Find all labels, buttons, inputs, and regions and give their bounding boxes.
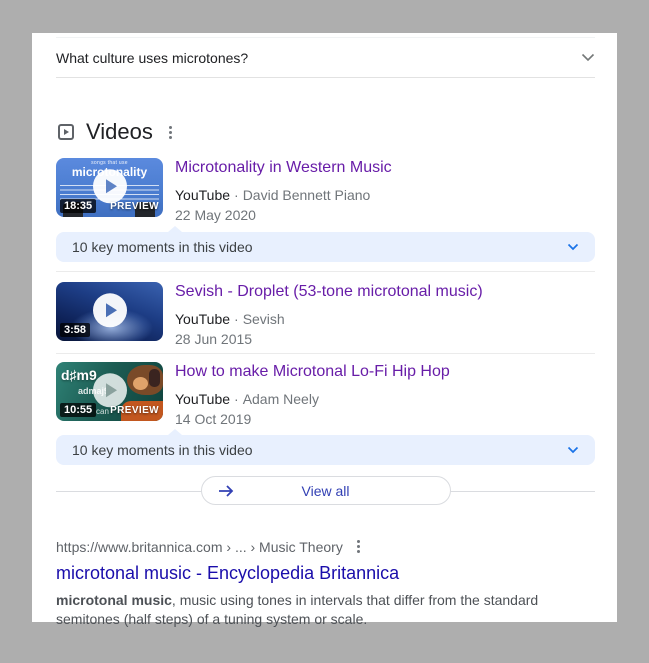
video-source: YouTube·Adam Neely — [175, 391, 450, 407]
paa-question-text: What culture uses microtones? — [56, 50, 248, 66]
preview-label: PREVIEW — [110, 201, 159, 212]
result-title-link[interactable]: microtonal music - Encyclopedia Britanni… — [56, 563, 595, 584]
videos-section-title: Videos — [86, 119, 153, 145]
video-thumbnail[interactable]: songs that use microtonality 18:35 PREVI… — [56, 158, 163, 217]
video-duration-badge: 18:35 — [60, 199, 96, 213]
key-moments-pointer — [168, 226, 182, 232]
result-snippet: microtonal music, music using tones in i… — [56, 591, 580, 629]
organic-result: https://www.britannica.com › ... › Music… — [56, 538, 595, 629]
play-icon — [93, 373, 127, 407]
breadcrumb-row: https://www.britannica.com › ... › Music… — [56, 538, 595, 555]
video-date: 14 Oct 2019 — [175, 411, 450, 427]
divider — [56, 271, 595, 272]
video-title-link[interactable]: Sevish - Droplet (53-tone microtonal mus… — [175, 282, 483, 301]
videos-section-header: Videos — [58, 119, 174, 145]
video-result: songs that use microtonality 18:35 PREVI… — [56, 158, 595, 223]
video-channel: Adam Neely — [243, 391, 319, 407]
video-info: How to make Microtonal Lo-Fi Hip Hop You… — [175, 362, 450, 427]
video-channel: Sevish — [243, 311, 285, 327]
chevron-down-icon[interactable] — [581, 53, 595, 62]
video-duration-badge: 10:55 — [60, 403, 96, 417]
video-info: Sevish - Droplet (53-tone microtonal mus… — [175, 282, 483, 347]
more-options-icon[interactable] — [355, 538, 362, 555]
video-result: 3:58 Sevish - Droplet (53-tone microtona… — [56, 282, 595, 347]
video-result: d♯m9 admaj9 10:55 can PREVIEW How to mak… — [56, 362, 595, 427]
key-moments-bar[interactable]: 10 key moments in this video — [56, 435, 595, 465]
video-thumbnail[interactable]: 3:58 — [56, 282, 163, 341]
video-source: YouTube·Sevish — [175, 311, 483, 327]
video-thumbnail[interactable]: d♯m9 admaj9 10:55 can PREVIEW — [56, 362, 163, 421]
key-moments-pointer — [168, 429, 182, 435]
key-moments-label: 10 key moments in this video — [72, 239, 253, 255]
video-channel: David Bennett Piano — [243, 187, 371, 203]
headphones-graphic — [149, 369, 160, 387]
breadcrumb: https://www.britannica.com › ... › Music… — [56, 539, 343, 555]
thumbnail-caption-3: can — [96, 407, 109, 416]
divider — [56, 353, 595, 354]
video-icon — [58, 124, 74, 140]
more-options-icon[interactable] — [167, 124, 174, 141]
chevron-down-icon[interactable] — [567, 243, 579, 251]
chevron-down-icon[interactable] — [567, 446, 579, 454]
key-moments-label: 10 key moments in this video — [72, 442, 253, 458]
snippet-bold: microtonal music — [56, 592, 172, 608]
view-all-label: View all — [202, 483, 450, 499]
key-moments-bar[interactable]: 10 key moments in this video — [56, 232, 595, 262]
video-info: Microtonality in Western Music YouTube·D… — [175, 158, 392, 223]
preview-label: PREVIEW — [110, 405, 159, 416]
people-also-ask-question[interactable]: What culture uses microtones? — [56, 37, 595, 78]
view-all-button[interactable]: View all — [201, 476, 451, 505]
video-duration-badge: 3:58 — [60, 323, 90, 337]
arrow-right-icon — [218, 485, 236, 497]
thumbnail-caption: d♯m9 — [61, 367, 97, 383]
video-date: 28 Jun 2015 — [175, 331, 483, 347]
play-icon — [93, 293, 127, 327]
video-date: 22 May 2020 — [175, 207, 392, 223]
view-all-row: View all — [56, 476, 595, 506]
video-title-link[interactable]: Microtonality in Western Music — [175, 158, 392, 177]
search-results-card: What culture uses microtones? Videos son… — [32, 33, 617, 622]
video-title-link[interactable]: How to make Microtonal Lo-Fi Hip Hop — [175, 362, 450, 381]
play-icon — [93, 169, 127, 203]
video-source: YouTube·David Bennett Piano — [175, 187, 392, 203]
